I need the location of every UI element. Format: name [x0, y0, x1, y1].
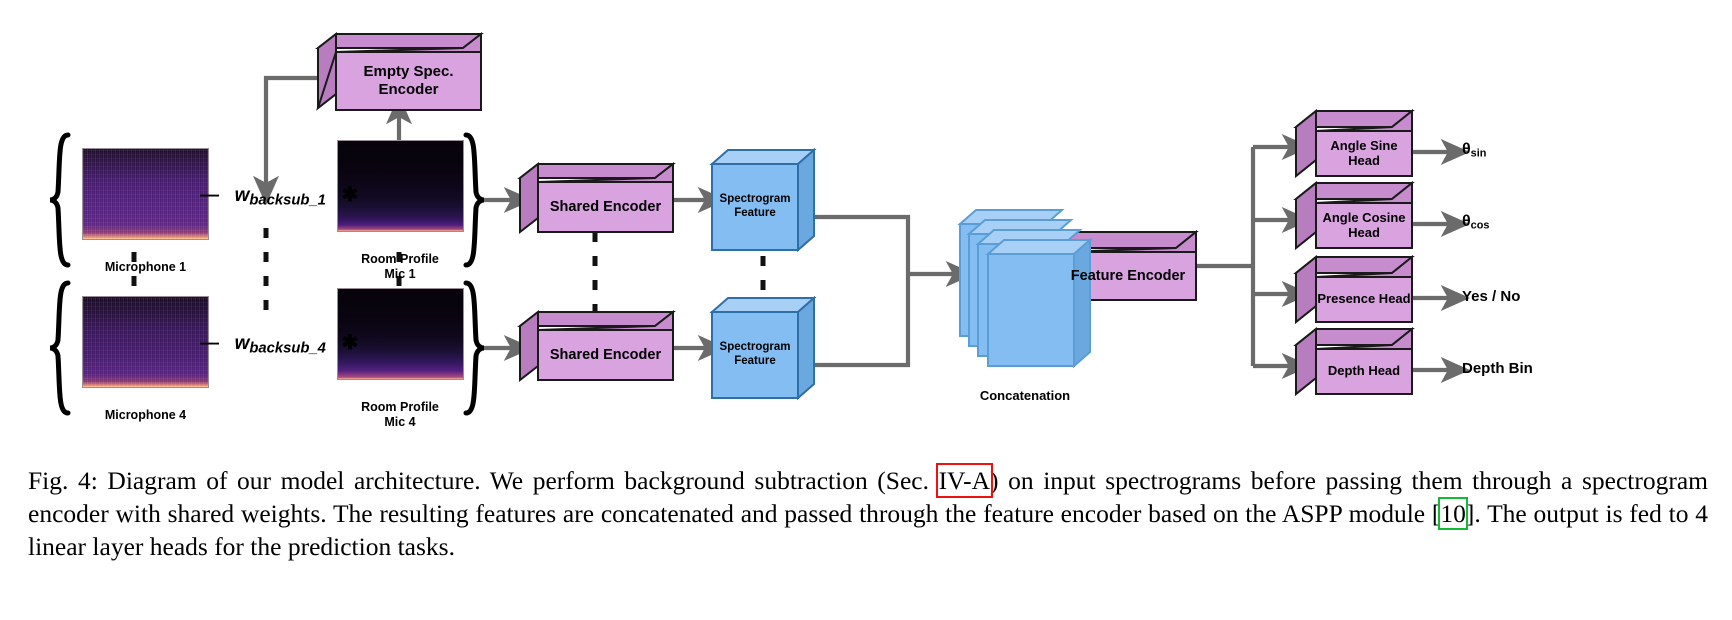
- presence-output-text: Yes / No: [1462, 288, 1521, 305]
- caption-section-reference[interactable]: IV-A: [935, 462, 994, 498]
- head-4-output: Depth Bin: [1462, 360, 1533, 377]
- shared-encoder-1-text: Shared Encoder: [549, 199, 662, 215]
- theta-sin-subscript: sin: [1470, 147, 1487, 160]
- architecture-figure: Empty Spec. Encoder Shared Encoder Share…: [0, 0, 1732, 430]
- head-2-label: Angle Cosine Head: [1316, 203, 1412, 248]
- empty-spec-encoder-text: Empty Spec. Encoder: [363, 63, 454, 98]
- empty-spec-encoder-label: Empty Spec. Encoder: [336, 52, 481, 110]
- feature-encoder-text: Feature Encoder: [1070, 268, 1186, 284]
- head-1-text: Angle Sine Head: [1330, 137, 1398, 168]
- room-profile-1-text: Room Profile Mic 1: [361, 251, 439, 282]
- spectrogram-feature-1-text: Spectrogram Feature: [719, 193, 791, 219]
- depth-output-text: Depth Bin: [1462, 360, 1533, 377]
- arrow-emptyenc-to-weights: [252, 75, 318, 206]
- weight-4-subscript: backsub_4: [249, 340, 326, 357]
- spectrogram-feature-4-text: Spectrogram Feature: [719, 341, 791, 367]
- theta-cos-subscript: cos: [1470, 219, 1490, 232]
- head-3-label: Presence Head: [1312, 277, 1416, 322]
- theta-cos-symbol: θ: [1462, 213, 1471, 230]
- head-4-text: Depth Head: [1327, 363, 1401, 379]
- room-profile-4-text: Room Profile Mic 4: [361, 399, 439, 430]
- weight-1-subscript: backsub_1: [249, 192, 326, 209]
- concatenation-text: Concatenation: [979, 388, 1071, 404]
- spectrogram-noise-texture: [83, 297, 208, 387]
- brace-left-group-1: [49, 132, 71, 268]
- brace-left-group-4: [49, 280, 71, 416]
- head-4-label: Depth Head: [1316, 349, 1412, 394]
- weight-4-base: w: [234, 333, 250, 354]
- minus-sign-1: —: [200, 185, 219, 206]
- figure-caption: Fig. 4: Diagram of our model architectur…: [28, 462, 1708, 563]
- caption-figure-number: Fig. 4:: [28, 465, 98, 495]
- room-profile-1-label: Room Profile Mic 1: [330, 236, 470, 283]
- concatenation-label: Concatenation: [960, 372, 1090, 405]
- spectrogram-microphone-1: [82, 148, 209, 240]
- asterisk-4: ✱: [341, 332, 359, 354]
- head-3-text: Presence Head: [1317, 291, 1411, 307]
- head-1-output: θsin: [1462, 141, 1486, 159]
- asterisk-1: ✱: [341, 184, 359, 206]
- shared-encoder-1-label: Shared Encoder: [538, 182, 673, 232]
- spectrogram-feature-1-label: Spectrogram Feature: [712, 164, 798, 250]
- microphone-1-label: Microphone 1: [82, 244, 209, 275]
- caption-citation-reference[interactable]: 10: [1438, 496, 1468, 530]
- head-3-output: Yes / No: [1462, 288, 1520, 305]
- head-1-label: Angle Sine Head: [1316, 131, 1412, 176]
- merge-line-bottom: [814, 274, 911, 368]
- shared-encoder-4-text: Shared Encoder: [549, 347, 662, 363]
- head-2-text: Angle Cosine Head: [1322, 209, 1406, 240]
- backsub-expression-4: — wbacksub_4 ✱: [200, 330, 358, 356]
- shared-encoder-4-label: Shared Encoder: [538, 330, 673, 380]
- head-2-output: θcos: [1462, 213, 1489, 231]
- room-profile-4-label: Room Profile Mic 4: [330, 384, 470, 431]
- spectrogram-microphone-4: [82, 296, 209, 388]
- caption-part-1: Diagram of our model architecture. We pe…: [97, 465, 939, 495]
- microphone-4-text: Microphone 4: [104, 407, 187, 422]
- backsub-expression-1: — wbacksub_1 ✱: [200, 182, 358, 208]
- spectrogram-feature-4-label: Spectrogram Feature: [712, 312, 798, 398]
- theta-sin-symbol: θ: [1462, 141, 1471, 158]
- feature-encoder-label: Feature Encoder: [1060, 252, 1196, 300]
- merge-line-top: [814, 214, 911, 274]
- spectrogram-noise-texture: [83, 149, 208, 239]
- weight-1-base: w: [234, 185, 250, 206]
- minus-sign-4: —: [200, 333, 219, 354]
- microphone-4-label: Microphone 4: [82, 392, 209, 423]
- microphone-1-text: Microphone 1: [104, 259, 187, 274]
